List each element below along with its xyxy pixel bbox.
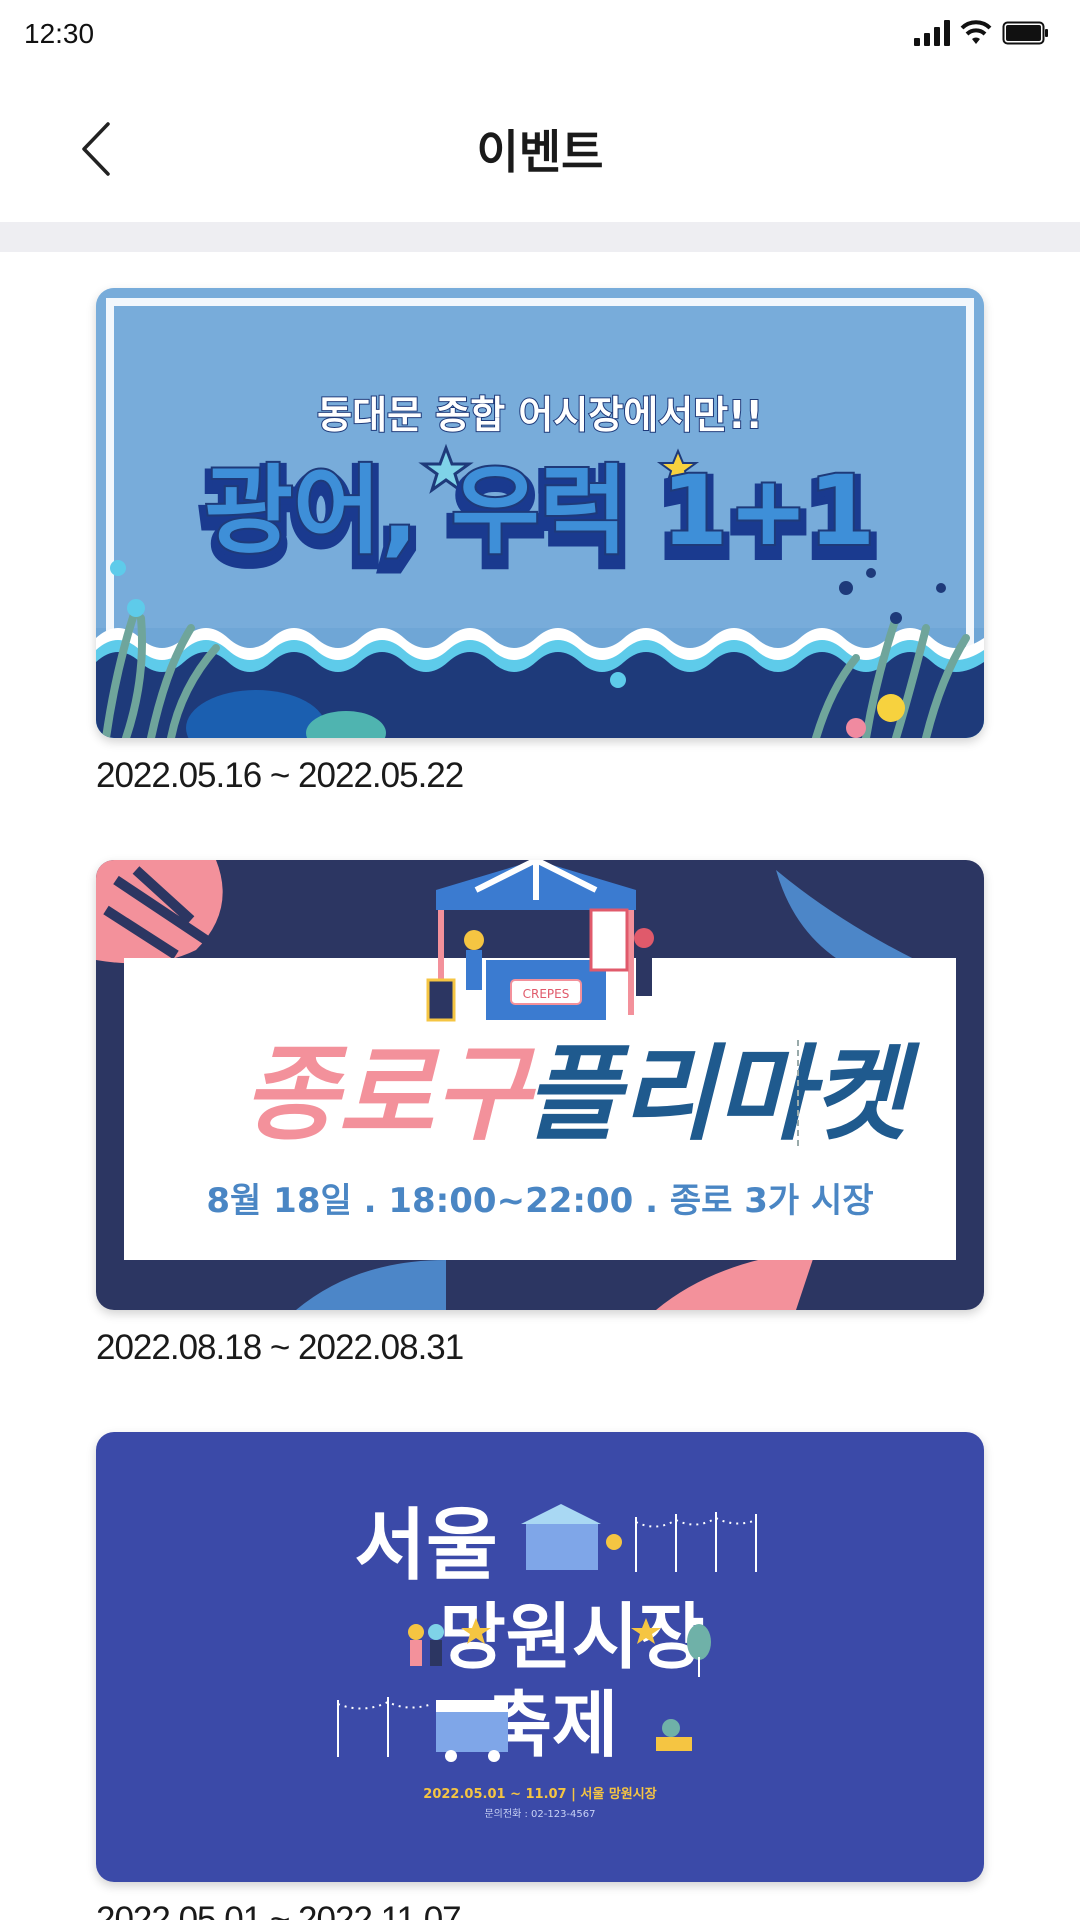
banner-title-right: 플리마켓 xyxy=(525,1033,921,1155)
banner-title-left: 종로구 xyxy=(242,1033,536,1155)
banner-line1: 서울 xyxy=(354,1501,498,1591)
mangwon-festival-banner-art: 서울 망원시장 축제 2022.05.01 ~ 11.07 | 서울 망원시장 … xyxy=(96,1432,984,1882)
event-date: 2022.05.01 ~ 2022.11.07 xyxy=(96,1900,462,1920)
battery-icon xyxy=(1002,21,1048,45)
event-list: 동대문 종합 어시장에서만!! 광어, 우럭 1+1 광어, 우럭 1+1 20… xyxy=(96,288,984,1920)
section-divider xyxy=(0,222,1080,252)
banner-title: 광어, 우럭 1+1 xyxy=(205,455,876,567)
event-banner-flea-market[interactable]: CREPES 종로구 플리마켓 8월 18일 . 18:00~22:00 . 종… xyxy=(96,860,984,1310)
booth-sign: CREPES xyxy=(523,987,570,1001)
banner-subtitle: 동대문 종합 어시장에서만!! xyxy=(317,393,763,437)
event-date: 2022.05.16 ~ 2022.05.22 xyxy=(96,756,464,795)
banner-info: 8월 18일 . 18:00~22:00 . 종로 3가 시장 xyxy=(206,1181,873,1221)
status-time: 12:30 xyxy=(24,18,95,49)
event-date: 2022.08.18 ~ 2022.08.31 xyxy=(96,1328,464,1367)
status-icons xyxy=(914,20,1050,46)
event-item[interactable]: 동대문 종합 어시장에서만!! 광어, 우럭 1+1 광어, 우럭 1+1 20… xyxy=(96,288,984,860)
wifi-icon xyxy=(960,20,992,44)
event-banner-fish-market[interactable]: 동대문 종합 어시장에서만!! 광어, 우럭 1+1 광어, 우럭 1+1 xyxy=(96,288,984,738)
app-header: 이벤트 xyxy=(0,72,1080,222)
status-bar: 12:30 xyxy=(0,0,1080,72)
flea-market-banner-art: CREPES 종로구 플리마켓 8월 18일 . 18:00~22:00 . 종… xyxy=(96,860,984,1310)
banner-info: 2022.05.01 ~ 11.07 | 서울 망원시장 xyxy=(423,1786,656,1802)
page-title: 이벤트 xyxy=(476,125,604,179)
event-item[interactable]: 서울 망원시장 축제 2022.05.01 ~ 11.07 | 서울 망원시장 … xyxy=(96,1432,984,1920)
event-item[interactable]: CREPES 종로구 플리마켓 8월 18일 . 18:00~22:00 . 종… xyxy=(96,860,984,1432)
signal-icon xyxy=(914,20,950,46)
fish-market-banner-art: 동대문 종합 어시장에서만!! 광어, 우럭 1+1 광어, 우럭 1+1 xyxy=(96,288,984,738)
banner-contact: 문의전화 : 02-123-4567 xyxy=(484,1808,595,1820)
event-banner-mangwon-festival[interactable]: 서울 망원시장 축제 2022.05.01 ~ 11.07 | 서울 망원시장 … xyxy=(96,1432,984,1882)
